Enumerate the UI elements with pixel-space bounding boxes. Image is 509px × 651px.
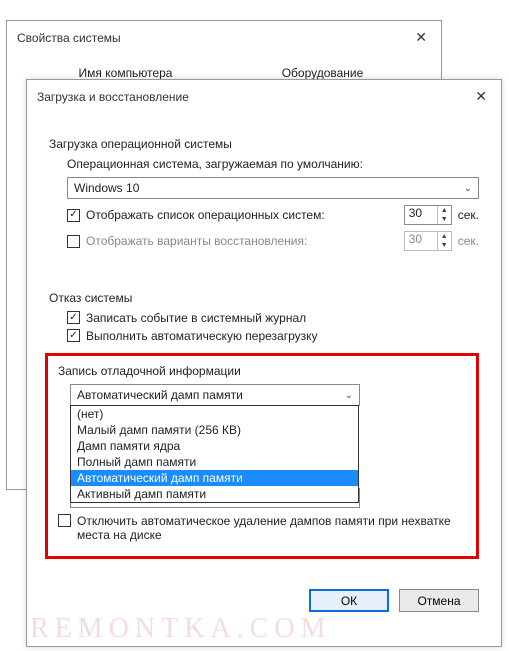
- default-os-value: Windows 10: [74, 181, 139, 195]
- close-icon[interactable]: ✕: [411, 29, 431, 46]
- show-recovery-label: Отображать варианты восстановления:: [86, 234, 307, 248]
- dump-option-full[interactable]: Полный дамп памяти: [71, 454, 358, 470]
- spinner-down-icon[interactable]: ▼: [438, 215, 451, 224]
- auto-restart-label: Выполнить автоматическую перезагрузку: [86, 329, 318, 343]
- spinner-up-icon[interactable]: ▲: [438, 206, 451, 215]
- startup-recovery-titlebar: Загрузка и восстановление ✕: [27, 80, 501, 113]
- dump-option-small[interactable]: Малый дамп памяти (256 КВ): [71, 422, 358, 438]
- log-event-checkbox[interactable]: ✓: [67, 311, 80, 324]
- show-os-list-label: Отображать список операционных систем:: [86, 208, 325, 222]
- ok-button[interactable]: ОК: [309, 589, 389, 612]
- spinner-down-icon: ▼: [438, 241, 451, 250]
- dump-option-kernel[interactable]: Дамп памяти ядра: [71, 438, 358, 454]
- startup-recovery-dialog: Загрузка и восстановление ✕ Загрузка опе…: [26, 79, 502, 647]
- system-failure-heading: Отказ системы: [49, 291, 479, 305]
- startup-recovery-title: Загрузка и восстановление: [37, 90, 189, 104]
- recovery-seconds-value: 30: [405, 232, 437, 250]
- default-os-label: Операционная система, загружаемая по умо…: [67, 157, 479, 171]
- chevron-down-icon: ⌄: [345, 390, 353, 401]
- close-icon[interactable]: ✕: [471, 88, 491, 105]
- dump-option-none[interactable]: (нет): [71, 406, 358, 422]
- seconds-unit: сек.: [458, 208, 479, 222]
- system-properties-titlebar: Свойства системы ✕: [7, 21, 441, 54]
- show-recovery-checkbox[interactable]: [67, 235, 80, 248]
- auto-restart-checkbox[interactable]: ✓: [67, 329, 80, 342]
- os-list-seconds-value[interactable]: 30: [405, 206, 437, 224]
- dump-type-select[interactable]: Автоматический дамп памяти ⌄: [70, 384, 360, 406]
- dump-option-auto[interactable]: Автоматический дамп памяти: [71, 470, 358, 486]
- show-os-list-checkbox[interactable]: ✓: [67, 209, 80, 222]
- dump-type-selected: Автоматический дамп памяти: [77, 388, 243, 402]
- debug-info-heading: Запись отладочной информации: [58, 364, 466, 378]
- chevron-down-icon: ⌄: [464, 183, 472, 194]
- os-list-seconds-spinner[interactable]: 30 ▲ ▼: [404, 205, 452, 225]
- dump-option-active[interactable]: Активный дамп памяти: [71, 486, 358, 502]
- recovery-seconds-spinner: 30 ▲ ▼: [404, 231, 452, 251]
- system-properties-title: Свойства системы: [17, 31, 121, 45]
- cancel-button[interactable]: Отмена: [399, 589, 479, 612]
- seconds-unit: сек.: [458, 234, 479, 248]
- default-os-select[interactable]: Windows 10 ⌄: [67, 177, 479, 199]
- disable-autodelete-checkbox[interactable]: [58, 514, 71, 527]
- debug-info-highlight-box: Запись отладочной информации Автоматичес…: [45, 353, 479, 559]
- dump-type-dropdown: (нет) Малый дамп памяти (256 КВ) Дамп па…: [70, 405, 359, 503]
- spinner-up-icon: ▲: [438, 232, 451, 241]
- system-boot-heading: Загрузка операционной системы: [49, 137, 479, 151]
- log-event-label: Записать событие в системный журнал: [86, 311, 306, 325]
- disable-autodelete-label: Отключить автоматическое удаление дампов…: [77, 514, 457, 542]
